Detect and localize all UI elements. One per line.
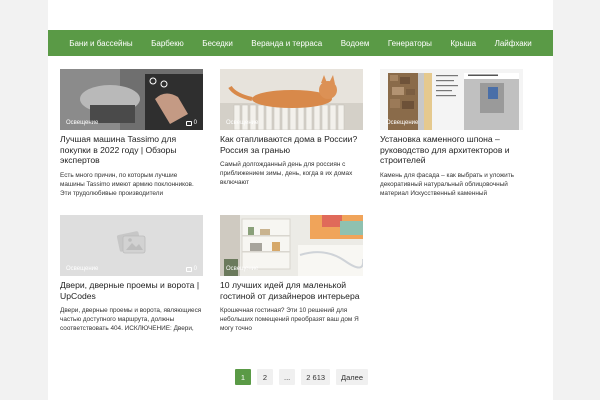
nav-item-baths[interactable]: Бани и бассейны: [69, 39, 132, 48]
page-2-button[interactable]: 2: [257, 369, 273, 385]
article-thumbnail[interactable]: Освещение: [380, 69, 523, 130]
nav-item-bbq[interactable]: Барбекю: [151, 39, 184, 48]
comments-number: 0: [193, 266, 197, 272]
page-container: Бани и бассейны Барбекю Беседки Веранда …: [48, 0, 553, 400]
comment-icon: [185, 120, 192, 126]
article-title[interactable]: Лучшая машина Tassimo для покупки в 2022…: [60, 134, 203, 166]
comment-icon: [185, 266, 192, 272]
category-tag[interactable]: Освещение: [386, 120, 418, 126]
nav-item-pond[interactable]: Водоем: [341, 39, 370, 48]
article-excerpt: Двери, дверные проемы и ворота, являющие…: [60, 307, 202, 333]
article-excerpt: Есть много причин, по которым лучшие маш…: [60, 171, 194, 197]
article-card: Освещение Как отапливаются дома в России…: [220, 69, 363, 188]
category-tag[interactable]: Освещение: [226, 266, 258, 272]
pagination: 1 2 ... 2 613 Далее: [235, 369, 369, 385]
nav-item-veranda[interactable]: Веранда и терраса: [251, 39, 322, 48]
article-excerpt: Камень для фасада – как выбрать и уложит…: [380, 171, 514, 197]
article-excerpt: Самый долгожданный день для россиян с пр…: [220, 161, 353, 187]
next-page-button[interactable]: Далее: [336, 369, 369, 385]
comments-number: 0: [193, 120, 197, 126]
article-thumbnail[interactable]: Освещение: [220, 69, 363, 130]
nav-item-generators[interactable]: Генераторы: [388, 39, 432, 48]
article-card: Освещение Установка каменного шпона – ру…: [380, 69, 523, 198]
article-title[interactable]: Двери, дверные проемы и ворота | UpCodes: [60, 280, 203, 301]
last-page-button[interactable]: 2 613: [301, 369, 331, 385]
article-card: Освещение 0 Двери, дверные проемы и воро…: [60, 215, 203, 334]
article-title[interactable]: Установка каменного шпона – руководство …: [380, 134, 523, 166]
article-thumbnail[interactable]: Освещение 0: [60, 215, 203, 276]
article-title[interactable]: Как отапливаются дома в России? Россия з…: [220, 134, 363, 155]
nav-item-lifehacks[interactable]: Лайфхаки: [495, 39, 532, 48]
article-excerpt: Крошечная гостиная? Эти 10 решений для н…: [220, 307, 359, 333]
article-thumbnail[interactable]: Освещение 0: [60, 69, 203, 130]
article-thumbnail[interactable]: Освещение: [220, 215, 363, 276]
nav-item-gazebos[interactable]: Беседки: [202, 39, 233, 48]
page-1-button[interactable]: 1: [235, 369, 251, 385]
article-card: Освещение 0 Лучшая машина Tassimo для по…: [60, 69, 203, 198]
nav-item-roof[interactable]: Крыша: [450, 39, 476, 48]
article-title[interactable]: 10 лучших идей для маленькой гостиной от…: [220, 280, 363, 301]
comments-count: 0: [185, 120, 197, 126]
comments-count: 0: [185, 266, 197, 272]
category-tag[interactable]: Освещение: [226, 120, 258, 126]
category-tag[interactable]: Освещение: [66, 266, 98, 272]
category-tag[interactable]: Освещение: [66, 120, 98, 126]
main-nav: Бани и бассейны Барбекю Беседки Веранда …: [48, 30, 553, 56]
pagination-ellipsis: ...: [279, 369, 296, 385]
article-card: Освещение 10 лучших идей для маленькой г…: [220, 215, 363, 334]
